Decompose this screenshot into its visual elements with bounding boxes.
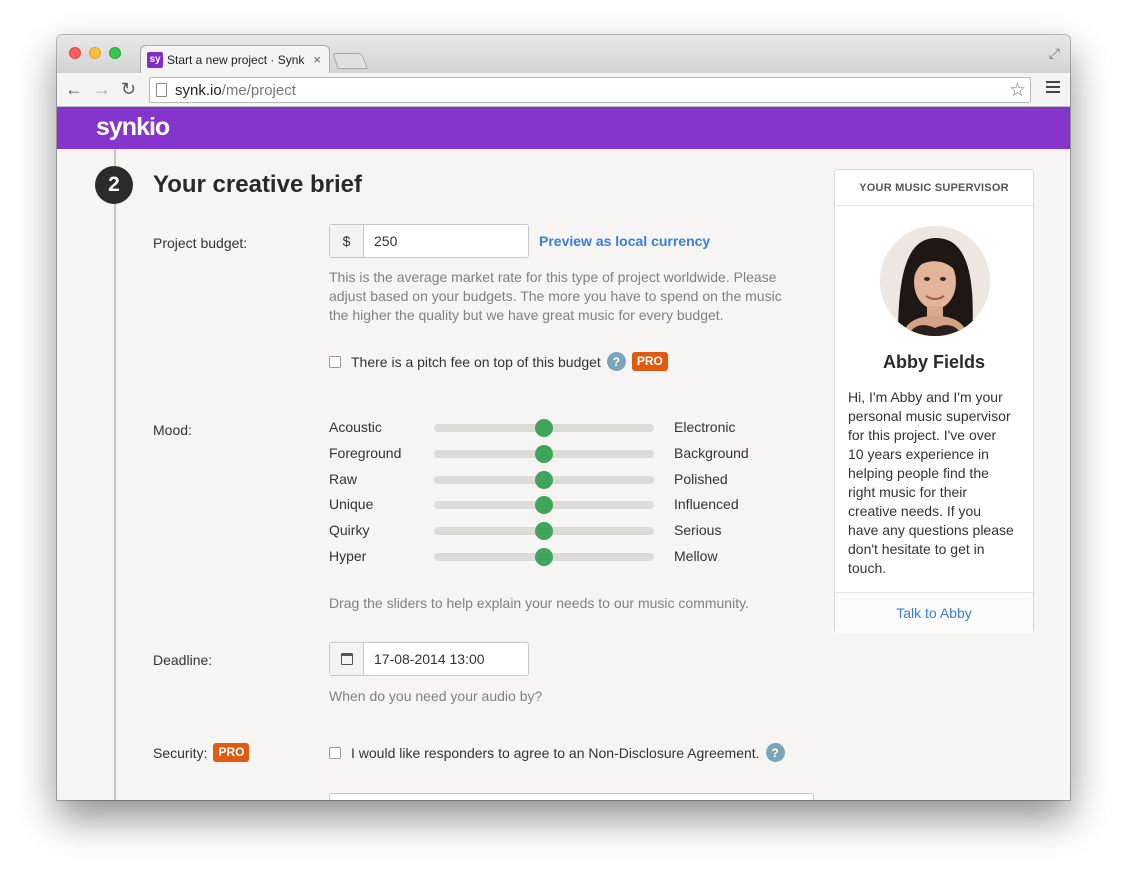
budget-input[interactable] — [364, 233, 514, 249]
url-text: synk.io/me/project — [175, 81, 296, 99]
tab-strip: sy Start a new project · Synk × ⤢ — [57, 35, 1070, 73]
nda-checkbox[interactable] — [329, 746, 341, 759]
page-icon — [156, 83, 167, 97]
mood-slider-left-label: Quirky — [329, 522, 370, 539]
deadline-input[interactable] — [364, 651, 514, 667]
calendar-button[interactable] — [330, 643, 364, 675]
avatar — [880, 226, 990, 336]
fullscreen-icon[interactable]: ⤢ — [1049, 45, 1060, 62]
supervisor-name: Abby Fields — [882, 352, 985, 372]
back-arrow-icon[interactable]: ← — [65, 79, 83, 99]
budget-label: Project budget: — [153, 235, 248, 251]
step-number-badge: 2 — [95, 166, 133, 204]
deadline-label: Deadline: — [153, 652, 213, 668]
mood-slider-row: Hyper Mellow — [329, 546, 789, 566]
calendar-icon — [340, 653, 353, 665]
security-label: Security: — [153, 744, 208, 761]
browser-menu-icon[interactable] — [1046, 81, 1060, 96]
supervisor-bio: Hi, I'm Abby and I'm your personal music… — [848, 389, 1014, 576]
browser-tab-active[interactable]: sy Start a new project · Synk × — [140, 45, 330, 73]
forward-arrow-icon[interactable]: → — [93, 79, 111, 99]
timeline-line — [114, 149, 116, 800]
zoom-window-button[interactable] — [109, 47, 121, 59]
page-title: Your creative brief — [153, 171, 362, 198]
deadline-input-group — [329, 642, 529, 676]
supervisor-heading: YOUR MUSIC SUPERVISOR — [835, 170, 1033, 206]
new-tab-button[interactable] — [332, 53, 368, 69]
help-icon[interactable]: ? — [765, 743, 785, 762]
mood-slider-row: Raw Polished — [329, 469, 789, 489]
budget-input-group: $ — [329, 224, 529, 258]
currency-symbol: $ — [330, 225, 364, 257]
browser-toolbar: ← → ↻ synk.io/me/project ☆ — [57, 73, 1070, 107]
synkio-favicon-icon: sy — [147, 51, 163, 68]
pitch-fee-label: There is a pitch fee on top of this budg… — [351, 353, 601, 370]
pitch-fee-checkbox[interactable] — [329, 355, 341, 368]
bookmark-star-icon[interactable]: ☆ — [1009, 79, 1026, 102]
mood-slider-row: Foreground Background — [329, 443, 789, 463]
tab-close-icon[interactable]: × — [313, 52, 321, 67]
mood-slider-row: Unique Influenced — [329, 494, 789, 515]
music-supervisor-card: YOUR MUSIC SUPERVISOR Abby Fields Hi, I'… — [834, 169, 1034, 633]
mood-slider-handle[interactable] — [535, 470, 553, 489]
mood-slider-right-label: Mellow — [674, 548, 718, 564]
mood-slider-handle[interactable] — [535, 548, 553, 566]
site-header: synkio — [57, 107, 1070, 149]
talk-to-abby-link[interactable]: Talk to Abby — [835, 592, 1033, 633]
mood-slider-row: Acoustic Electronic — [329, 417, 789, 437]
mood-slider-handle[interactable] — [535, 419, 553, 437]
mood-slider-left-label: Acoustic — [329, 419, 382, 435]
mood-slider-left-label: Foreground — [329, 444, 402, 461]
mood-slider-row: Quirky Serious — [329, 520, 789, 541]
deadline-help-text: When do you need your audio by? — [329, 688, 543, 704]
close-window-button[interactable] — [69, 47, 81, 59]
next-field-partial[interactable] — [329, 793, 814, 800]
mood-slider-right-label: Influenced — [674, 496, 739, 513]
mood-slider-right-label: Background — [674, 444, 749, 461]
help-icon[interactable]: ? — [606, 352, 626, 371]
address-bar[interactable]: synk.io/me/project ☆ — [149, 77, 1031, 103]
mood-slider-right-label: Polished — [674, 470, 728, 487]
budget-help-text: This is the average market rate for this… — [329, 269, 782, 323]
preview-local-currency-link[interactable]: Preview as local currency — [539, 233, 710, 249]
mood-slider-handle[interactable] — [535, 522, 553, 541]
mood-label: Mood: — [153, 422, 192, 438]
mood-slider-left-label: Unique — [329, 496, 374, 513]
mood-slider-left-label: Raw — [329, 470, 358, 487]
mood-slider-handle[interactable] — [535, 444, 553, 463]
minimize-window-button[interactable] — [89, 47, 101, 59]
mood-slider-right-label: Serious — [674, 522, 722, 539]
pro-badge: PRO — [213, 743, 250, 762]
tab-title: Start a new project · Synk — [167, 52, 305, 67]
main-content: 2 Your creative brief Project budget: $ … — [57, 149, 1070, 800]
reload-icon[interactable]: ↻ — [121, 79, 136, 99]
synkio-logo[interactable]: synkio — [96, 113, 170, 142]
mood-slider-right-label: Electronic — [674, 419, 736, 435]
browser-window: sy Start a new project · Synk × ⤢ ← → ↻ … — [57, 35, 1070, 800]
security-label-group: Security: PRO — [153, 743, 250, 762]
mood-slider-left-label: Hyper — [329, 548, 367, 564]
nda-label: I would like responders to agree to an N… — [351, 744, 760, 761]
mood-help-text: Drag the sliders to help explain your ne… — [329, 595, 749, 611]
pro-badge: PRO — [631, 352, 668, 371]
nda-row: I would like responders to agree to an N… — [329, 743, 785, 762]
mood-slider-handle[interactable] — [535, 496, 553, 515]
pitch-fee-row: There is a pitch fee on top of this budg… — [329, 352, 668, 371]
